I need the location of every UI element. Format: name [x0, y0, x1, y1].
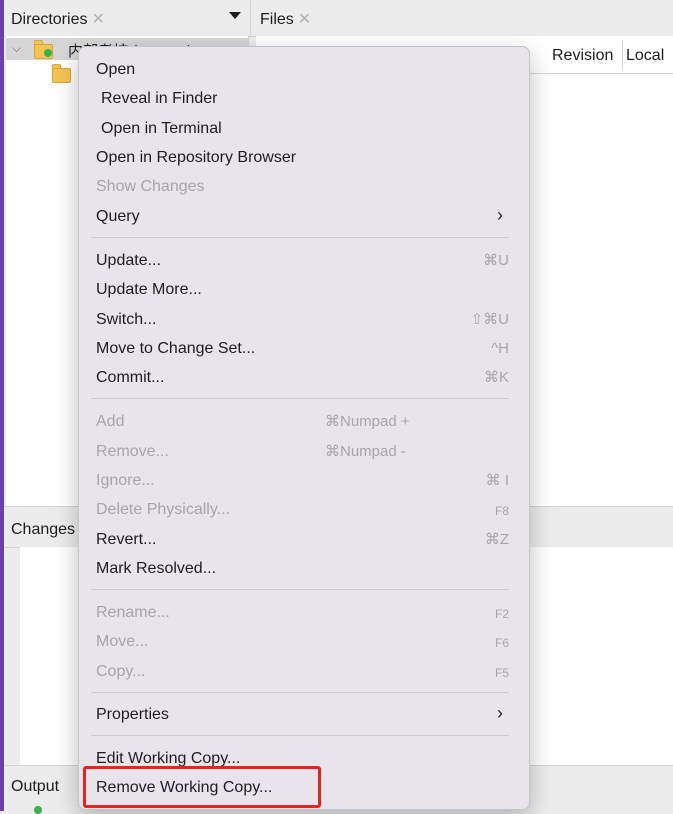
close-icon[interactable]: ✕ [298, 11, 311, 28]
shortcut-add: ⌘Numpad + [325, 413, 410, 430]
chevron-right-icon: › [497, 205, 503, 225]
chevron-down-icon[interactable]: ⌵ [12, 41, 21, 56]
shortcut-remove: ⌘Numpad - [325, 443, 406, 460]
tab-files-label: Files [260, 11, 294, 28]
menu-item-ignore[interactable]: Ignore... [96, 471, 155, 491]
menu-item-delete-physically[interactable]: Delete Physically... [96, 500, 230, 520]
menu-item-open-in-repository-browser[interactable]: Open in Repository Browser [96, 148, 296, 168]
highlight-outline [83, 766, 321, 808]
menu-item-show-changes[interactable]: Show Changes [96, 177, 205, 197]
column-header-local[interactable]: Local [626, 47, 664, 65]
menu-item-update-more[interactable]: Update More... [96, 280, 202, 300]
menu-item-mark-resolved[interactable]: Mark Resolved... [96, 559, 216, 579]
context-menu: Open Reveal in Finder Open in Terminal O… [78, 46, 530, 810]
menu-separator [91, 735, 509, 736]
menu-item-copy[interactable]: Copy... [96, 662, 146, 682]
tab-directories[interactable]: Directories ✕ [11, 9, 105, 29]
output-panel-title[interactable]: Output [11, 778, 59, 796]
close-icon[interactable]: ✕ [91, 11, 104, 28]
menu-item-update[interactable]: Update... [96, 251, 161, 271]
menu-item-move[interactable]: Move... [96, 632, 148, 652]
menu-item-properties[interactable]: Properties [96, 705, 169, 725]
shortcut-revert: ⌘Z [484, 531, 509, 548]
shortcut-switch: ⇧⌘U [470, 311, 509, 328]
dropdown-arrow-icon[interactable] [229, 12, 241, 19]
window-edge [0, 0, 4, 811]
shortcut-commit: ⌘K [483, 369, 509, 386]
shortcut-copy: F5 [494, 666, 509, 680]
tab-directories-label: Directories [11, 11, 88, 28]
menu-item-remove[interactable]: Remove... [96, 442, 169, 462]
menu-item-reveal-in-finder[interactable]: Reveal in Finder [101, 89, 218, 109]
menu-separator [91, 398, 509, 399]
shortcut-rename: F2 [494, 607, 509, 621]
shortcut-ignore: ⌘ I [485, 472, 509, 489]
column-separator[interactable] [622, 40, 623, 70]
shortcut-delete-physically: F8 [494, 504, 509, 518]
status-ok-icon [34, 806, 42, 814]
menu-item-commit[interactable]: Commit... [96, 368, 164, 388]
pane-divider [250, 0, 251, 36]
menu-item-open[interactable]: Open [96, 60, 135, 80]
chevron-right-icon: › [497, 703, 503, 723]
shortcut-update: ⌘U [483, 252, 509, 269]
shortcut-move: F6 [494, 636, 509, 650]
menu-item-revert[interactable]: Revert... [96, 530, 156, 550]
column-header-revision[interactable]: Revision [552, 47, 613, 65]
tab-files[interactable]: Files ✕ [260, 9, 311, 29]
menu-item-open-in-terminal[interactable]: Open in Terminal [101, 119, 222, 139]
menu-item-move-to-change-set[interactable]: Move to Change Set... [96, 339, 255, 359]
menu-item-switch[interactable]: Switch... [96, 310, 156, 330]
menu-separator [91, 237, 509, 238]
shortcut-move-to-change-set: ^H [491, 340, 509, 357]
menu-item-add[interactable]: Add [96, 412, 124, 432]
menu-separator [91, 589, 509, 590]
menu-item-rename[interactable]: Rename... [96, 603, 170, 623]
menu-item-query[interactable]: Query [96, 207, 140, 227]
menu-separator [91, 692, 509, 693]
changes-panel-title[interactable]: Changes [11, 521, 75, 539]
